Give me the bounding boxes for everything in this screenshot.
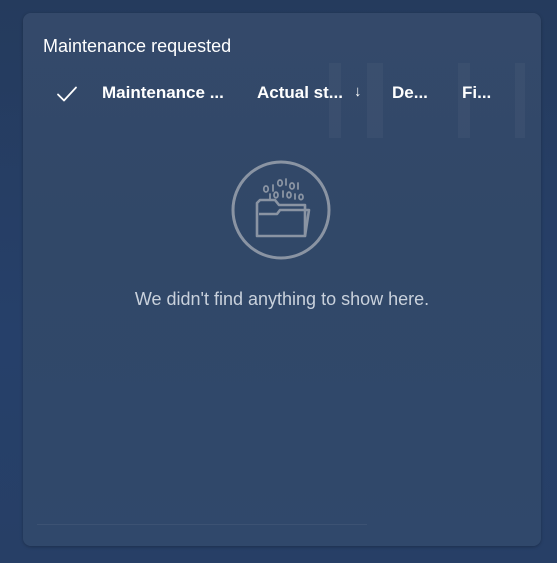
divider: [37, 524, 367, 525]
column-header-actual-start[interactable]: Actual st...: [257, 83, 343, 103]
sort-descending-icon[interactable]: ↓: [354, 83, 362, 100]
card-title: Maintenance requested: [43, 36, 232, 56]
check-icon[interactable]: [56, 83, 78, 105]
maintenance-card: Maintenance requested Maintenance ... Ac…: [23, 13, 541, 546]
column-header-row: Maintenance ... Actual st... ↓ De... Fi.…: [23, 77, 541, 109]
column-header-finish[interactable]: Fi...: [462, 83, 491, 103]
column-header-maintenance[interactable]: Maintenance ...: [102, 83, 224, 103]
folder-binary-icon: [230, 159, 332, 261]
empty-state-message: We didn't find anything to show here.: [134, 289, 430, 309]
column-header-description[interactable]: De...: [392, 83, 428, 103]
